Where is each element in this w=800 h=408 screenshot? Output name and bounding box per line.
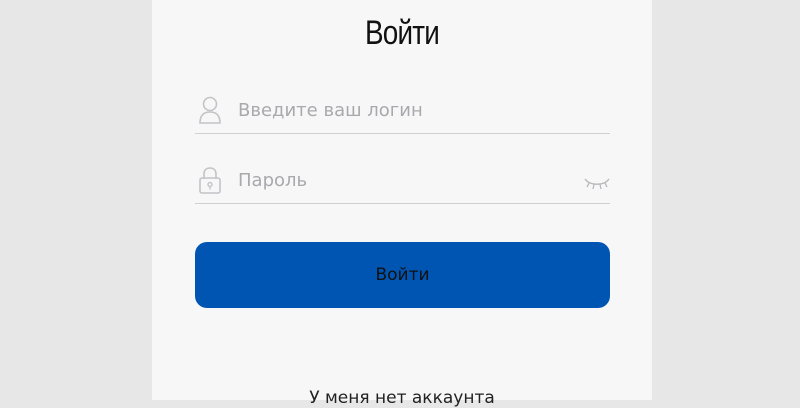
- lock-icon: [198, 165, 222, 195]
- login-field: [195, 89, 610, 134]
- password-field: [195, 159, 610, 204]
- login-input[interactable]: [238, 95, 568, 125]
- login-button[interactable]: Войти: [195, 242, 610, 308]
- password-input[interactable]: [238, 165, 568, 195]
- no-account-link[interactable]: У меня нет аккаунта: [152, 388, 652, 408]
- user-icon: [198, 95, 222, 125]
- login-card: Войти Введите ваш логин Войти У меня нет…: [152, 0, 652, 408]
- page-title: Войти: [365, 14, 440, 52]
- eye-closed-icon[interactable]: [584, 175, 610, 191]
